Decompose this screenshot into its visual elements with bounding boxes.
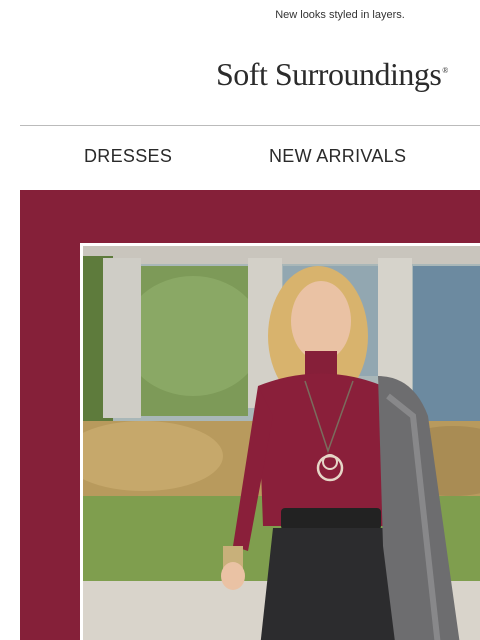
preheader-text: New looks styled in layers. — [275, 9, 405, 21]
trademark-mark: ® — [442, 66, 448, 76]
nav-link-dresses[interactable]: DRESSES — [84, 146, 172, 167]
hero-photo-illustration — [83, 246, 480, 640]
brand-name: Soft Surroundings — [216, 56, 442, 92]
hero-photo[interactable] — [83, 246, 480, 640]
header-divider — [20, 125, 480, 126]
nav-link-new-arrivals[interactable]: NEW ARRIVALS — [269, 146, 406, 167]
hero-banner[interactable] — [20, 190, 480, 640]
hero-photo-frame — [80, 243, 480, 640]
brand-logo[interactable]: Soft Surroundings® — [216, 56, 448, 93]
